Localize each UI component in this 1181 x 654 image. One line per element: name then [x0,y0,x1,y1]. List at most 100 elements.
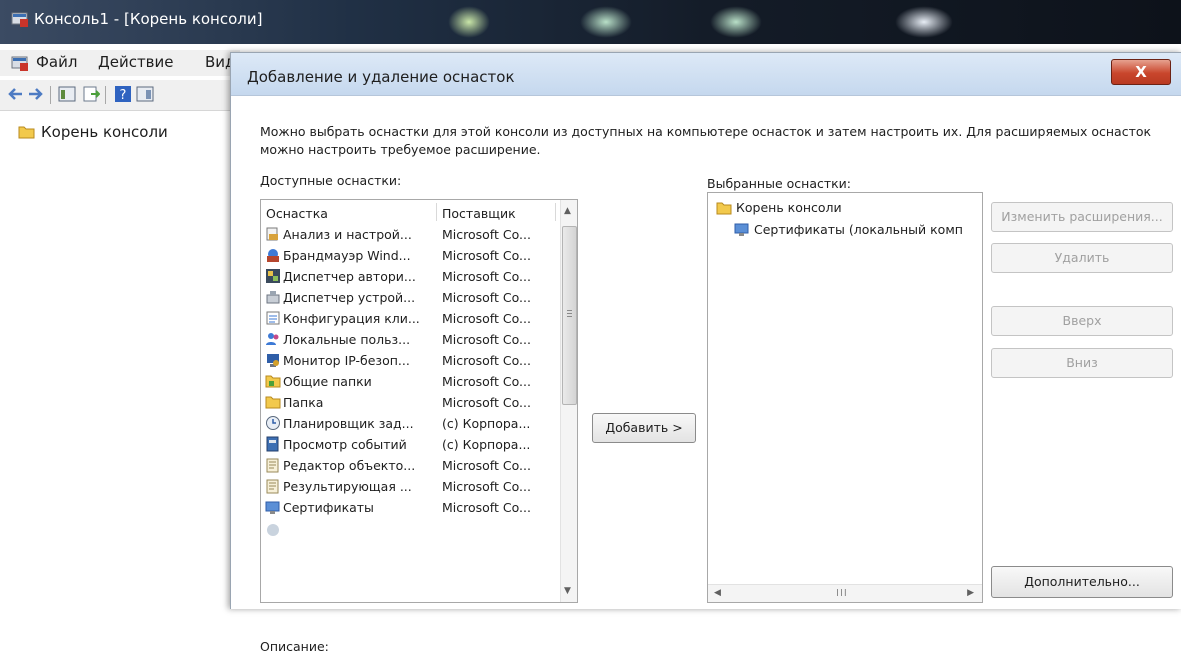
snapin-vendor: Microsoft Co... [442,248,531,263]
list-item[interactable]: Диспетчер устрой... Microsoft Co... [261,287,561,308]
list-item[interactable]: Просмотр событий (c) Корпора... [261,434,561,455]
toolbar-separator [105,86,106,104]
list-item[interactable]: Сертификаты Microsoft Co... [261,497,561,518]
list-item[interactable]: Конфигурация кли... Microsoft Co... [261,308,561,329]
snapin-name: Диспетчер устрой... [283,290,416,305]
move-down-button[interactable]: Вниз [991,348,1173,378]
snapin-name: Сертификаты [283,500,374,515]
show-action-pane-icon[interactable] [136,85,154,103]
snapin-name: Просмотр событий [283,437,407,452]
tree-item-console-root[interactable]: Корень консоли [18,123,168,141]
snapin-vendor: (c) Корпора... [442,416,531,431]
snapin-name: Диспетчер автори... [283,269,416,284]
snapin-name: Локальные польз... [283,332,411,347]
snapin-vendor: Microsoft Co... [442,227,531,242]
available-snapins-list[interactable]: Оснастка Поставщик Анализ и настрой... M… [260,199,578,603]
snapin-vendor: Microsoft Co... [442,290,531,305]
tree-item-label: Корень консоли [41,123,168,141]
snapin-vendor: Microsoft Co... [442,269,531,284]
certificates-icon [265,501,280,514]
scrollbar-grip[interactable]: III [836,588,848,599]
dialog-titlebar: Добавление и удаление оснасток X [231,53,1181,96]
analysis-icon [266,227,278,241]
snapin-vendor: Microsoft Co... [442,458,531,473]
list-item[interactable]: Анализ и настрой... Microsoft Co... [261,224,561,245]
selected-snapins-label: Выбранные оснастки: [707,176,852,191]
help-icon[interactable]: ? [114,85,132,103]
column-header-snapin[interactable]: Оснастка [266,206,328,221]
advanced-button[interactable]: Дополнительно... [991,566,1173,598]
selected-item-certificates[interactable]: Сертификаты (локальный комп [734,221,963,237]
console-toolbar: ? [0,80,240,111]
selected-snapins-list[interactable]: Корень консоли Сертификаты (локальный ко… [707,192,983,603]
available-rows: Анализ и настрой... Microsoft Co... Бран… [261,224,561,539]
selected-item-label: Сертификаты (локальный комп [754,222,963,237]
scroll-down-icon[interactable]: ▼ [564,586,571,596]
list-item[interactable]: Брандмауэр Wind... Microsoft Co... [261,245,561,266]
list-item[interactable]: Папка Microsoft Co... [261,392,561,413]
back-arrow-icon[interactable] [6,85,24,103]
snapin-name: Брандмауэр Wind... [283,248,411,263]
horizontal-scrollbar[interactable]: ◀ III ▶ [708,584,982,602]
shared-folders-icon [265,375,281,388]
column-divider [555,203,556,221]
list-item[interactable]: Планировщик зад... (c) Корпора... [261,413,561,434]
certificates-icon [734,223,749,236]
menu-file[interactable]: Файл [36,53,77,71]
event-viewer-icon [266,436,279,452]
list-item[interactable]: Диспетчер автори... Microsoft Co... [261,266,561,287]
export-list-icon[interactable] [82,85,100,103]
selected-item-console-root[interactable]: Корень консоли [716,200,842,215]
snapin-icon [267,524,279,536]
folder-icon [18,126,35,139]
task-scheduler-icon [266,416,280,430]
scroll-up-icon[interactable]: ▲ [564,206,571,216]
description-label: Описание: [260,639,329,654]
list-item-partial [261,518,561,539]
list-item[interactable]: Монитор IP-безоп... Microsoft Co... [261,350,561,371]
snapin-vendor: Microsoft Co... [442,311,531,326]
snapin-name: Папка [283,395,324,410]
mmc-console-icon [11,56,28,71]
forward-arrow-icon[interactable] [27,85,45,103]
list-item[interactable]: Локальные польз... Microsoft Co... [261,329,561,350]
add-remove-snapins-dialog: Добавление и удаление оснасток X Можно в… [230,52,1181,654]
list-item[interactable]: Результирующая ... Microsoft Co... [261,476,561,497]
column-divider [436,203,437,221]
scroll-right-icon[interactable]: ▶ [967,588,974,598]
menu-action[interactable]: Действие [98,53,174,71]
column-header-vendor[interactable]: Поставщик [442,206,516,221]
scrollbar-thumb[interactable] [562,226,577,405]
dialog-title: Добавление и удаление оснасток [247,68,515,86]
console-title: Консоль1 - [Корень консоли] [34,10,263,28]
firewall-icon [267,249,279,262]
edit-extensions-button[interactable]: Изменить расширения... [991,202,1173,232]
folder-icon [716,202,732,215]
add-button[interactable]: Добавить > [592,413,696,443]
authorization-manager-icon [266,269,280,283]
device-manager-icon [266,291,280,304]
list-item[interactable]: Редактор объекто... Microsoft Co... [261,455,561,476]
taskbar-glow [580,6,632,38]
resultant-policy-icon [266,479,279,494]
remove-button[interactable]: Удалить [991,243,1173,273]
available-snapins-label: Доступные оснастки: [260,173,402,188]
snapin-vendor: (c) Корпора... [442,437,531,452]
svg-text:?: ? [120,88,127,103]
scroll-left-icon[interactable]: ◀ [714,588,721,598]
snapin-name: Общие папки [283,374,372,389]
snapin-name: Планировщик зад... [283,416,414,431]
move-up-button[interactable]: Вверх [991,306,1173,336]
taskbar-glow [710,6,762,38]
show-tree-icon[interactable] [58,85,76,103]
snapin-name: Редактор объекто... [283,458,416,473]
dialog-body: Можно выбрать оснастки для этой консоли … [231,96,1181,654]
vertical-scrollbar[interactable]: ▲ ▼ [560,200,577,602]
console-tree-pane: Корень консоли [0,111,236,608]
close-button[interactable]: X [1111,59,1171,85]
list-item[interactable]: Общие папки Microsoft Co... [261,371,561,392]
client-config-icon [266,311,280,325]
snapin-vendor: Microsoft Co... [442,332,531,347]
ip-security-monitor-icon [267,354,279,367]
snapin-vendor: Microsoft Co... [442,374,531,389]
